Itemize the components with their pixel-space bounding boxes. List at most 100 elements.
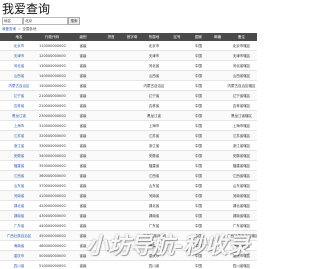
table-cell: 江西省 — [142, 170, 166, 181]
table-cell: 中国 — [188, 41, 209, 51]
table-cell[interactable]: 江苏省 — [0, 130, 38, 141]
column-header: 区号 — [166, 33, 188, 41]
table-cell — [166, 220, 188, 231]
table-cell — [122, 60, 142, 71]
table-cell — [166, 50, 188, 61]
table-cell — [100, 110, 122, 121]
table-cell — [166, 90, 188, 101]
table-cell — [166, 210, 188, 221]
table-cell[interactable]: 天津市 — [0, 50, 38, 61]
table-cell: 山东省 — [142, 180, 166, 191]
table-cell[interactable]: 山东省 — [0, 180, 38, 191]
table-cell — [209, 190, 226, 201]
table-cell: 省级 — [66, 50, 100, 61]
table-cell — [122, 230, 142, 241]
table-cell — [209, 160, 226, 171]
table-cell[interactable]: 重庆市 — [0, 250, 38, 261]
table-row: 内蒙古自治区 150000000000 省级 内蒙古自治区 中国 内蒙古自治区辖区 — [0, 80, 257, 91]
table-cell: 中国 — [188, 200, 209, 211]
table-cell — [100, 180, 122, 191]
table-cell[interactable]: 河南省 — [0, 190, 38, 201]
table-cell — [209, 41, 226, 51]
table-cell: 省级 — [66, 220, 100, 231]
table-row: 浙江省 330000000000 省级 浙江省 中国 浙江省辖区 — [0, 140, 257, 151]
table-cell[interactable]: 安徽省 — [0, 150, 38, 161]
table-row: 河南省 410000000000 省级 河南省 中国 河南省辖区 — [0, 190, 257, 201]
table-cell — [166, 41, 188, 51]
table-cell: 北京市 — [142, 41, 166, 51]
table-row: 江西省 360000000000 省级 江西省 中国 江西省辖区 — [0, 170, 257, 181]
table-cell — [166, 170, 188, 181]
table-cell — [100, 160, 122, 171]
table-cell: 省级 — [66, 190, 100, 201]
table-cell[interactable]: 山西省 — [0, 70, 38, 81]
table-cell[interactable]: 广西壮族自治区 — [0, 230, 38, 241]
table-cell: 福建省 — [142, 160, 166, 171]
table-cell[interactable]: 辽宁省 — [0, 90, 38, 101]
table-cell[interactable]: 上海市 — [0, 120, 38, 131]
table-cell: 省级 — [66, 110, 100, 121]
table-cell — [209, 80, 226, 91]
table-cell: 中国 — [188, 180, 209, 191]
table-cell: 150000000000 — [38, 80, 66, 91]
table-cell — [100, 130, 122, 141]
table-cell: 重庆市辖区 — [226, 250, 257, 261]
table-cell[interactable]: 河北省 — [0, 60, 38, 71]
table-cell — [122, 190, 142, 201]
table-cell[interactable]: 湖北省 — [0, 200, 38, 211]
search-type-select[interactable]: 地名 — [2, 17, 23, 25]
table-cell: 江西省辖区 — [226, 170, 257, 181]
table-row: 海南省 460000000000 省级 海南省 中国 海南省辖区 — [0, 240, 257, 251]
table-cell: 中国 — [188, 240, 209, 251]
table-cell — [100, 80, 122, 91]
table-cell: 省级 — [66, 250, 100, 261]
table-cell[interactable]: 福建省 — [0, 160, 38, 171]
column-header: 邮编 — [209, 33, 226, 41]
table-cell: 安徽省 — [142, 150, 166, 161]
table-cell: 内蒙古自治区 — [142, 80, 166, 91]
table-cell — [122, 110, 142, 121]
table-row: 河北省 130000000000 省级 河北省 中国 河北省辖区 — [0, 60, 257, 71]
table-cell: 浙江省 — [142, 140, 166, 151]
breadcrumb: 我爱查询 » 全国各地 — [2, 27, 122, 32]
table-cell — [209, 240, 226, 251]
table-cell — [166, 100, 188, 111]
table-cell[interactable]: 浙江省 — [0, 140, 38, 151]
table-cell[interactable]: 内蒙古自治区 — [0, 80, 38, 91]
table-cell — [209, 110, 226, 121]
search-input[interactable]: 北京 — [23, 17, 68, 25]
table-cell[interactable]: 吉林省 — [0, 100, 38, 111]
table-cell: 中国 — [188, 140, 209, 151]
region-table: 地名 行政代码 级别 拼音 首字母 所属地 区号 国家 邮编 备注 北京市 110000000000… — [0, 33, 257, 269]
table-cell[interactable]: 广东省 — [0, 220, 38, 231]
table-row: 湖北省 420000000000 省级 湖北省 中国 湖北省辖区 — [0, 200, 257, 211]
table-cell[interactable]: 江西省 — [0, 170, 38, 181]
table-cell — [209, 120, 226, 131]
table-cell: 130000000000 — [38, 60, 66, 71]
table-cell[interactable]: 湖南省 — [0, 210, 38, 221]
table-cell: 420000000000 — [38, 200, 66, 211]
table-cell[interactable]: 黑龙江省 — [0, 110, 38, 121]
search-button[interactable]: 搜索 — [68, 17, 80, 25]
table-cell — [209, 100, 226, 111]
table-cell — [166, 160, 188, 171]
table-cell — [166, 80, 188, 91]
table-cell: 湖北省 — [142, 200, 166, 211]
breadcrumb-home-link[interactable]: 我爱查询 — [2, 27, 16, 31]
table-cell: 天津市 — [142, 50, 166, 61]
table-cell — [122, 220, 142, 231]
table-cell — [209, 50, 226, 61]
table-cell: 河南省辖区 — [226, 190, 257, 201]
table-row: 安徽省 340000000000 省级 安徽省 中国 安徽省辖区 — [0, 150, 257, 161]
table-cell — [100, 70, 122, 81]
table-cell — [100, 250, 122, 261]
table-cell[interactable]: 海南省 — [0, 240, 38, 251]
region-table-container: 地名 行政代码 级别 拼音 首字母 所属地 区号 国家 邮编 备注 北京市 110000000000… — [0, 33, 265, 269]
table-cell[interactable]: 四川省 — [0, 260, 38, 269]
table-cell: 江苏省辖区 — [226, 130, 257, 141]
table-cell: 内蒙古自治区辖区 — [226, 80, 257, 91]
table-cell — [122, 41, 142, 51]
table-cell[interactable]: 北京市 — [0, 41, 38, 51]
column-header: 国家 — [188, 33, 209, 41]
table-cell — [209, 70, 226, 81]
